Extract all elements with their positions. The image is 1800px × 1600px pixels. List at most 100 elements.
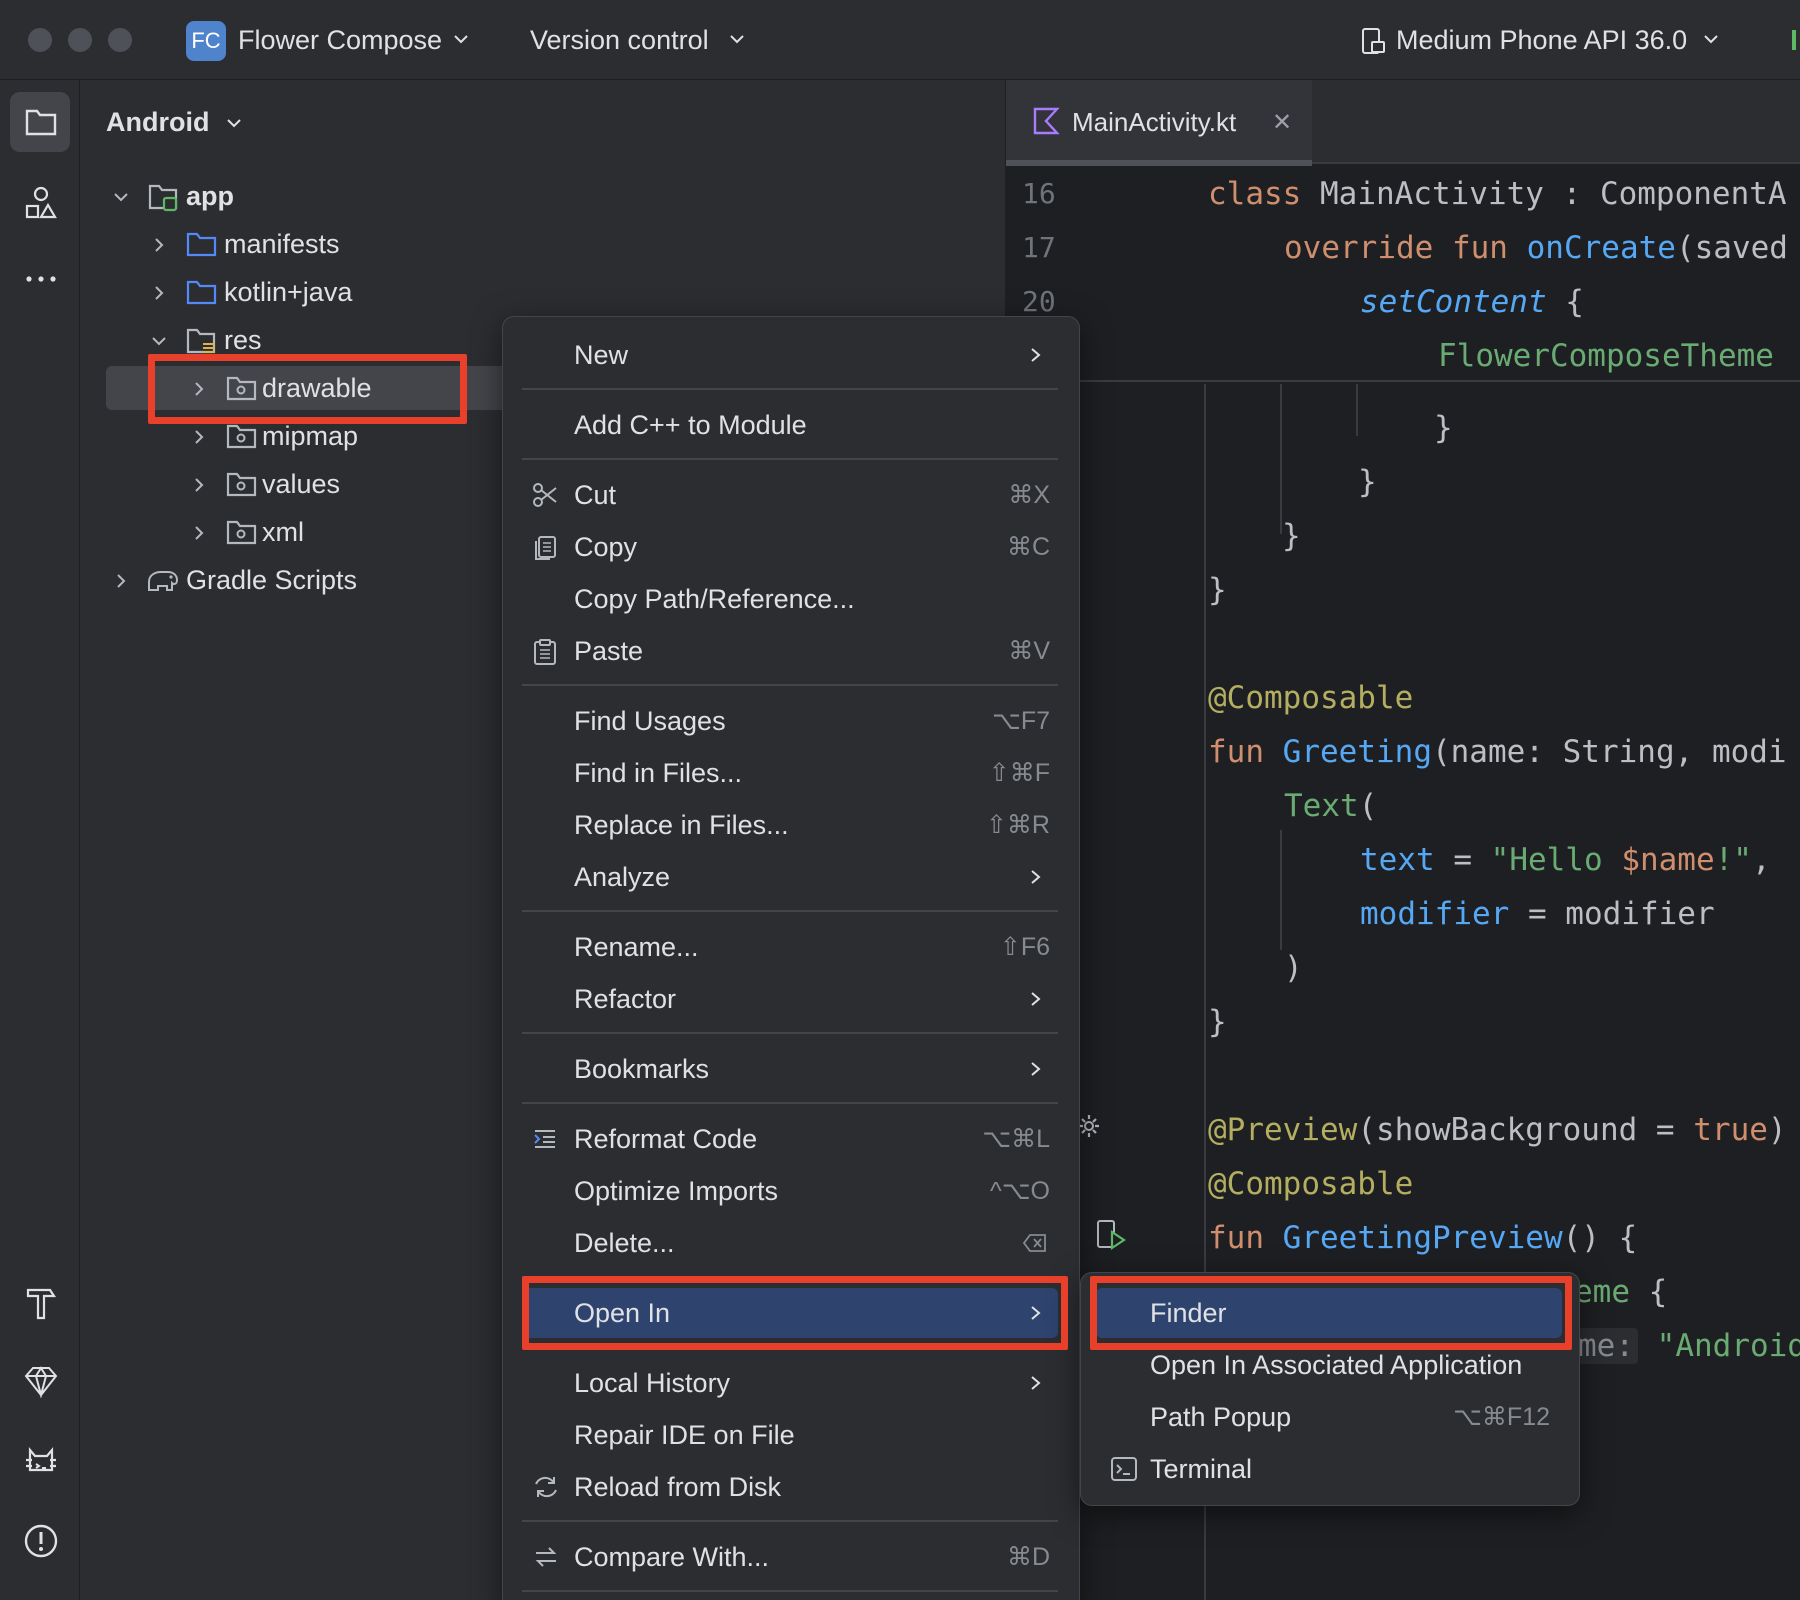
menu-separator <box>522 1032 1058 1034</box>
annotation-box-finder <box>1090 1276 1572 1350</box>
project-tool-button[interactable] <box>10 92 70 152</box>
close-window-button[interactable] <box>28 28 52 52</box>
submenu-item-path-popup[interactable]: Path Popup ⌥⌘F12 <box>1096 1392 1562 1442</box>
menu-item-label: Local History <box>574 1368 731 1398</box>
menu-separator <box>522 1520 1058 1522</box>
code-line: @Composable <box>1208 1166 1414 1202</box>
scissors-icon <box>533 483 557 507</box>
tab-label: MainActivity.kt <box>1072 107 1237 137</box>
code-line: eme { <box>1574 1274 1668 1310</box>
menu-item-copy[interactable]: Copy ⌘C <box>522 522 1058 572</box>
menu-separator <box>522 910 1058 912</box>
menu-item-label: Compare With... <box>574 1542 770 1572</box>
code-line: @Preview(showBackground = true) <box>1208 1112 1787 1148</box>
project-name[interactable]: Flower Compose <box>238 22 442 58</box>
menu-item-paste[interactable]: Paste ⌘V <box>522 626 1058 676</box>
tree-label: values <box>262 469 341 499</box>
menu-item-label: Rename... <box>574 932 699 962</box>
device-selector[interactable]: Medium Phone API 36.0 <box>1396 22 1687 58</box>
tree-label: xml <box>262 517 304 547</box>
menu-item-find-usages[interactable]: Find Usages ⌥F7 <box>522 696 1058 746</box>
menu-item-label: Delete... <box>574 1228 675 1258</box>
chevron-right-icon[interactable] <box>112 572 130 590</box>
build-tool-button[interactable] <box>10 1270 70 1330</box>
chevron-right-icon[interactable] <box>150 236 168 254</box>
folder-icon <box>25 109 57 136</box>
tree-item-xml[interactable]: xml <box>184 510 464 554</box>
menu-item-find-in-files[interactable]: Find in Files... ⇧⌘F <box>522 748 1058 798</box>
menu-item-replace-in-files[interactable]: Replace in Files... ⇧⌘R <box>522 800 1058 850</box>
menu-separator <box>522 388 1058 390</box>
menu-item-label: Path Popup <box>1150 1402 1292 1432</box>
chevron-right-icon <box>1031 1062 1041 1076</box>
menu-item-reload-from-disk[interactable]: Reload from Disk <box>522 1462 1058 1512</box>
chevron-right-icon[interactable] <box>190 524 208 542</box>
menu-item-label: Terminal <box>1150 1454 1253 1484</box>
chevron-right-icon[interactable] <box>190 428 208 446</box>
run-preview-icon[interactable] <box>1094 1218 1128 1252</box>
menu-item-compare-with[interactable]: Compare With... ⌘D <box>522 1532 1058 1582</box>
menu-item-bookmarks[interactable]: Bookmarks <box>522 1044 1058 1094</box>
tree-item-kotlin-java[interactable]: kotlin+java <box>146 270 546 314</box>
chevron-down-icon[interactable] <box>112 188 130 206</box>
gradle-elephant-icon <box>148 571 179 591</box>
project-badge[interactable]: FC <box>186 21 226 61</box>
copy-icon <box>535 536 556 560</box>
menu-separator <box>522 684 1058 686</box>
menu-item-reformat-code[interactable]: Reformat Code ⌥⌘L <box>522 1114 1058 1164</box>
editor-tab-bar: MainActivity.kt ✕ <box>1006 80 1800 166</box>
menu-item-new[interactable]: New <box>522 330 1058 380</box>
folder-icon <box>186 280 217 305</box>
logcat-tool-button[interactable] <box>10 1430 70 1490</box>
chevron-down-icon[interactable] <box>150 332 168 350</box>
project-view-selector[interactable]: Android <box>106 104 241 140</box>
menu-item-cut[interactable]: Cut ⌘X <box>522 470 1058 520</box>
tree-item-manifests[interactable]: manifests <box>146 222 546 266</box>
problems-tool-button[interactable] <box>10 1510 70 1570</box>
chevron-down-icon <box>730 35 744 44</box>
tree-label: manifests <box>224 229 340 259</box>
menu-item-label: Refactor <box>574 984 677 1014</box>
minimize-window-button[interactable] <box>68 28 92 52</box>
version-control-menu[interactable]: Version control <box>530 22 709 58</box>
menu-item-refactor[interactable]: Refactor <box>522 974 1058 1024</box>
menu-item-delete[interactable]: Delete... <box>522 1218 1058 1268</box>
shortcut-label: ⌥F7 <box>992 707 1050 735</box>
code-line: me: "Android <box>1574 1326 1800 1366</box>
menu-item-label: Copy <box>574 532 638 562</box>
menu-item-label: Cut <box>574 480 617 510</box>
annotation-box-drawable <box>148 354 467 424</box>
delete-key-icon <box>1022 1234 1046 1252</box>
chevron-right-icon[interactable] <box>190 476 208 494</box>
menu-item-repair-ide[interactable]: Repair IDE on File <box>522 1410 1058 1460</box>
menu-item-analyze[interactable]: Analyze <box>522 852 1058 902</box>
menu-item-local-history[interactable]: Local History <box>522 1358 1058 1408</box>
project-view-label: Android <box>106 107 210 137</box>
shortcut-label: ⌘X <box>1008 481 1050 509</box>
menu-item-optimize-imports[interactable]: Optimize Imports ^⌥O <box>522 1166 1058 1216</box>
menu-item-copy-path[interactable]: Copy Path/Reference... <box>522 574 1058 624</box>
shortcut-label: ⌘D <box>1006 1543 1050 1571</box>
shapes-icon <box>25 186 57 219</box>
chevron-right-icon[interactable] <box>150 284 168 302</box>
reformat-icon <box>534 1130 555 1148</box>
menu-item-add-cpp[interactable]: Add C++ to Module <box>522 400 1058 450</box>
menu-item-label: Find in Files... <box>574 758 743 788</box>
zoom-window-button[interactable] <box>108 28 132 52</box>
gemini-tool-button[interactable] <box>10 1350 70 1410</box>
close-tab-icon[interactable]: ✕ <box>1272 108 1292 137</box>
tree-item-app[interactable]: app <box>108 174 508 218</box>
menu-item-rename[interactable]: Rename... ⇧F6 <box>522 922 1058 972</box>
tree-label: Gradle Scripts <box>186 565 358 595</box>
code-line: class MainActivity : ComponentA <box>1208 176 1787 212</box>
chevron-right-icon <box>1031 1376 1041 1390</box>
more-tools-button[interactable] <box>10 248 70 308</box>
tree-item-gradle-scripts[interactable]: Gradle Scripts <box>108 558 508 602</box>
code-line: fun Greeting(name: String, modi <box>1208 734 1787 770</box>
editor-tab-mainactivity[interactable]: MainActivity.kt ✕ <box>1006 80 1312 166</box>
submenu-item-terminal[interactable]: Terminal <box>1096 1444 1562 1494</box>
resource-manager-button[interactable] <box>10 172 70 232</box>
menu-item-label: Bookmarks <box>574 1054 710 1084</box>
tree-item-values[interactable]: values <box>184 462 464 506</box>
hammer-icon <box>26 1288 57 1320</box>
